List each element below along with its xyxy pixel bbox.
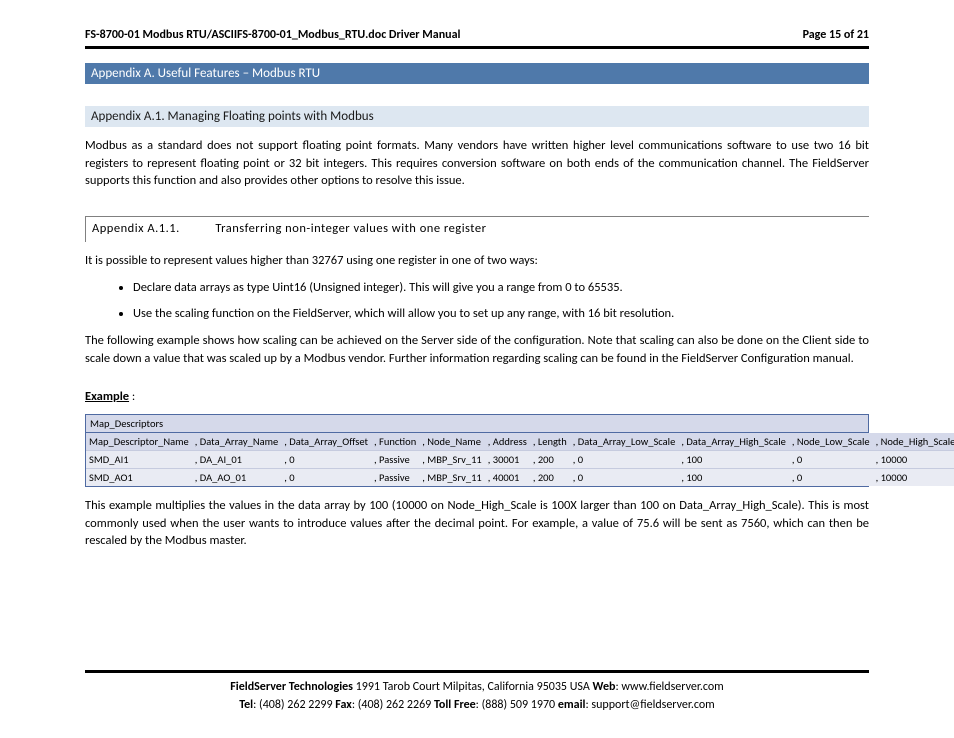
footer-address: 1991 Tarob Court Milpitas, California 95… xyxy=(353,680,593,694)
cell: , MBP_Srv_11 xyxy=(419,451,485,469)
footer-tel-label: Tel xyxy=(239,698,253,712)
subsub-number: Appendix A.1.1. xyxy=(92,221,212,236)
cell: , 100 xyxy=(678,451,789,469)
col-header: , Node_Low_Scale xyxy=(789,433,873,451)
footer-toll-val: : (888) 509 1970 xyxy=(476,698,558,712)
header-bar: FS-8700-01 Modbus RTU/ASCIIFS-8700-01_Mo… xyxy=(85,28,869,49)
example-after-para: This example multiplies the values in th… xyxy=(85,497,869,550)
col-header: , Node_High_Scale xyxy=(873,433,954,451)
cell: , 200 xyxy=(530,469,570,487)
cell: , DA_AO_01 xyxy=(192,469,281,487)
example-label-text: Example xyxy=(85,389,129,404)
col-header: , Address xyxy=(485,433,530,451)
cell: , MBP_Srv_11 xyxy=(419,469,485,487)
table-header-row: Map_Descriptor_Name , Data_Array_Name , … xyxy=(86,433,954,451)
table-row: SMD_AO1 , DA_AO_01 , 0 , Passive , MBP_S… xyxy=(86,469,954,487)
cell: , 40001 xyxy=(485,469,530,487)
subsub-para2: The following example shows how scaling … xyxy=(85,332,869,367)
col-header: , Data_Array_High_Scale xyxy=(678,433,789,451)
cell: , 30001 xyxy=(485,451,530,469)
footer-company: FieldServer Technologies xyxy=(230,680,353,694)
col-header: , Length xyxy=(530,433,570,451)
cell: SMD_AI1 xyxy=(86,451,192,469)
footer-toll-label: Toll Free xyxy=(434,698,476,712)
footer-fax-val: : (408) 262 2269 xyxy=(352,698,434,712)
list-item: Use the scaling function on the FieldSer… xyxy=(133,305,869,323)
footer-line1: FieldServer Technologies 1991 Tarob Cour… xyxy=(85,679,869,696)
cell: , 0 xyxy=(789,451,873,469)
col-header: , Function xyxy=(371,433,419,451)
cell: , 0 xyxy=(789,469,873,487)
subsub-intro: It is possible to represent values highe… xyxy=(85,252,869,270)
subsection-paragraph: Modbus as a standard does not support fl… xyxy=(85,137,869,190)
cell: , 0 xyxy=(570,469,679,487)
cell: , 0 xyxy=(570,451,679,469)
cell: , 200 xyxy=(530,451,570,469)
cell: SMD_AO1 xyxy=(86,469,192,487)
footer-web-val: : www.fieldserver.com xyxy=(615,680,723,694)
cell: , 10000 xyxy=(873,451,954,469)
col-header: , Data_Array_Offset xyxy=(281,433,371,451)
subsection-heading: Appendix A.1. Managing Floating points w… xyxy=(85,106,869,127)
table-row: SMD_AI1 , DA_AI_01 , 0 , Passive , MBP_S… xyxy=(86,451,954,469)
section-heading: Appendix A. Useful Features – Modbus RTU xyxy=(85,63,869,84)
footer-email-val: : support@fieldserver.com xyxy=(585,698,714,712)
cell: , DA_AI_01 xyxy=(192,451,281,469)
subsubsection-heading: Appendix A.1.1. Transferring non-integer… xyxy=(85,216,869,242)
cell: , 0 xyxy=(281,469,371,487)
col-header: , Node_Name xyxy=(419,433,485,451)
footer-tel-val: : (408) 262 2299 xyxy=(253,698,335,712)
list-item: Declare data arrays as type Uint16 (Unsi… xyxy=(133,279,869,297)
bullet-list: Declare data arrays as type Uint16 (Unsi… xyxy=(133,279,869,322)
footer-fax-label: Fax xyxy=(335,698,352,712)
cell: , 10000 xyxy=(873,469,954,487)
col-header: Map_Descriptor_Name xyxy=(86,433,192,451)
cell: , 100 xyxy=(678,469,789,487)
cell: , Passive xyxy=(371,469,419,487)
subsub-title: Transferring non-integer values with one… xyxy=(215,221,486,236)
example-label-colon: : xyxy=(129,389,135,404)
col-header: , Data_Array_Name xyxy=(192,433,281,451)
table-title: Map_Descriptors xyxy=(86,415,868,433)
page-footer: FieldServer Technologies 1991 Tarob Cour… xyxy=(85,670,869,714)
footer-web-label: Web xyxy=(593,680,616,694)
col-header: , Data_Array_Low_Scale xyxy=(570,433,679,451)
example-table: Map_Descriptors Map_Descriptor_Name , Da… xyxy=(85,414,869,487)
map-descriptors-table: Map_Descriptor_Name , Data_Array_Name , … xyxy=(86,433,954,486)
footer-line2: Tel: (408) 262 2299 Fax: (408) 262 2269 … xyxy=(85,697,869,714)
doc-title: FS-8700-01 Modbus RTU/ASCIIFS-8700-01_Mo… xyxy=(85,28,460,42)
cell: , Passive xyxy=(371,451,419,469)
page-number: Page 15 of 21 xyxy=(803,28,869,42)
example-label: Example : xyxy=(85,389,869,404)
cell: , 0 xyxy=(281,451,371,469)
footer-email-label: email xyxy=(558,698,586,712)
